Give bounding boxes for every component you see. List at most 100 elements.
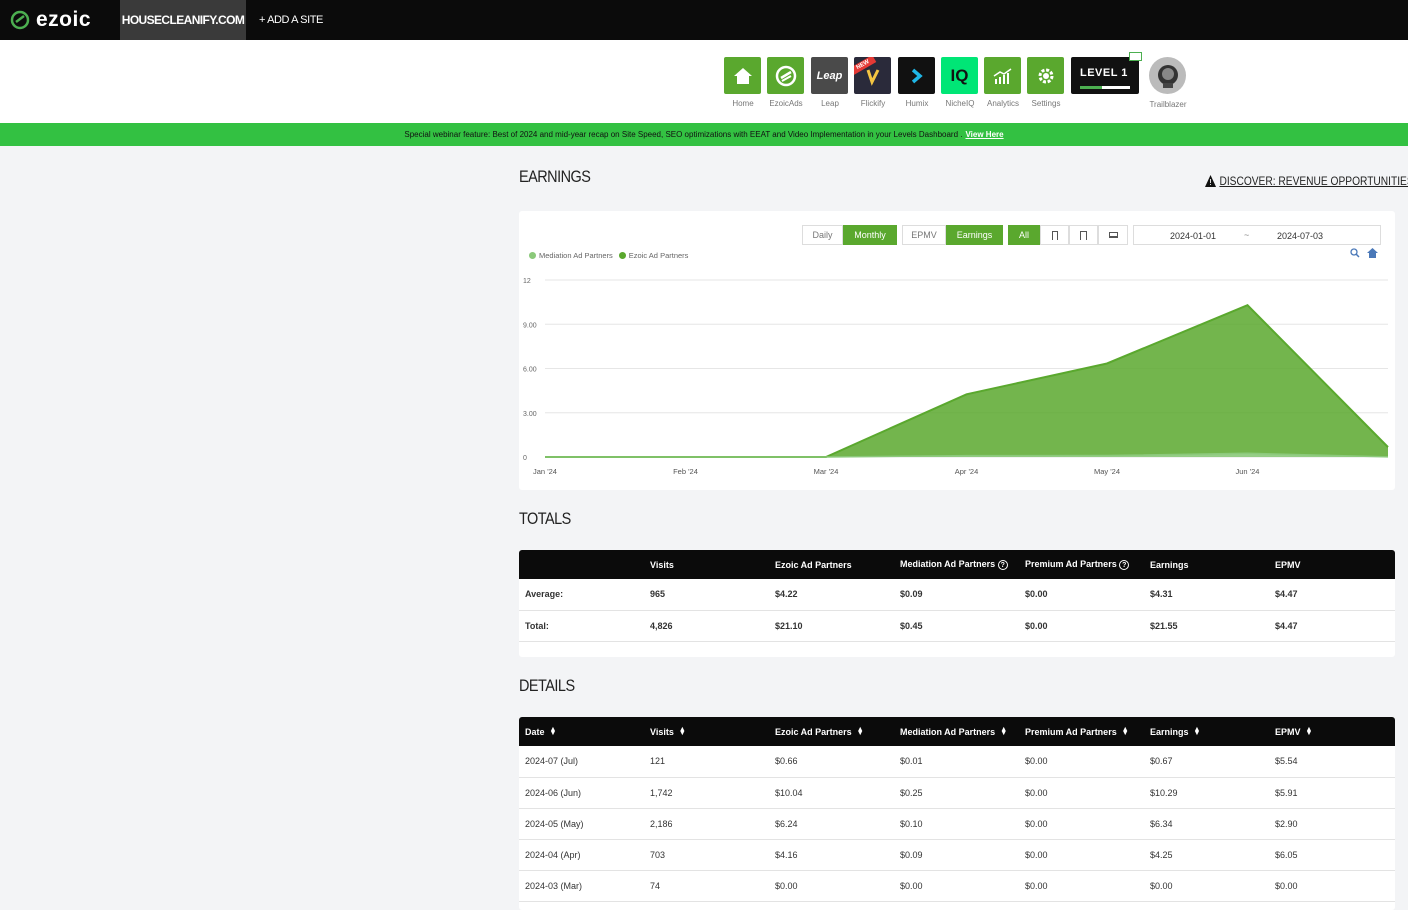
ezoic-logo[interactable]: ezoic xyxy=(10,8,91,31)
banner-link[interactable]: View Here xyxy=(965,130,1003,139)
sort-icon: ▲ ▼ xyxy=(549,726,557,738)
details-table: Date ▲ ▼ Visits ▲ ▼ Ezoic Ad Partners ▲ ▼ Medi… xyxy=(519,717,1395,902)
leap-icon: Leap xyxy=(811,57,848,94)
level-badge[interactable]: LEVEL 1 xyxy=(1071,52,1142,94)
analytics-icon xyxy=(984,57,1021,94)
mail-icon[interactable] xyxy=(1129,52,1142,61)
table-cell: $0.00 xyxy=(1144,870,1269,902)
site-tab[interactable]: HOUSECLEANIFY.COM xyxy=(120,0,246,40)
y-tick-label: 3.00 xyxy=(523,411,537,418)
sort-icon: ▲ ▼ xyxy=(1193,726,1201,738)
x-tick-label: May '24 xyxy=(1094,467,1120,476)
table-row: 2024-03 (Mar) 74 $0.00 $0.00 $0.00 $0.00 $0.00 xyxy=(519,870,1395,902)
totals-header: EPMV xyxy=(1269,550,1395,579)
earnings-title: EARNINGS xyxy=(519,167,591,186)
totals-header xyxy=(519,550,644,579)
app-label: Settings xyxy=(1031,99,1061,108)
discover-label: DISCOVER: REVENUE OPPORTUNITIES (1) xyxy=(1219,174,1408,188)
sortable-header-ezoic[interactable]: Ezoic Ad Partners ▲ ▼ xyxy=(769,717,894,746)
sortable-header-date[interactable]: Date ▲ ▼ xyxy=(519,717,644,746)
app-flickify[interactable]: NEW Flickify xyxy=(854,57,891,108)
x-tick-label: Mar '24 xyxy=(814,467,839,476)
totals-header: Visits xyxy=(644,550,769,579)
sort-icon: ▲ ▼ xyxy=(1000,726,1008,738)
y-tick-label: 12 xyxy=(523,278,531,285)
sort-icon: ▲ ▼ xyxy=(1305,726,1313,738)
level-progress xyxy=(1080,86,1130,89)
ezoic-logo-icon xyxy=(10,10,30,30)
totals-header: Premium Ad Partners ? xyxy=(1019,550,1144,579)
table-cell: $10.04 xyxy=(769,777,894,809)
table-cell: $0.00 xyxy=(1019,579,1144,611)
trailblazer-label: Trailblazer xyxy=(1149,100,1187,109)
table-cell: $10.29 xyxy=(1144,777,1269,809)
table-row: 2024-04 (Apr) 703 $4.16 $0.09 $0.00 $4.25 $6.0… xyxy=(519,839,1395,871)
table-cell: 2024-03 (Mar) xyxy=(519,870,644,902)
home-icon xyxy=(724,57,761,94)
y-tick-label: 6.00 xyxy=(523,367,537,374)
table-cell: $0.00 xyxy=(1019,610,1144,642)
sortable-header-mediation[interactable]: Mediation Ad Partners ▲ ▼ xyxy=(894,717,1019,746)
table-cell: $4.25 xyxy=(1144,839,1269,871)
table-row: Average: 965 $4.22 $0.09 $0.00 $4.31 $4.… xyxy=(519,579,1395,611)
app-launcher: Home EzoicAds Leap Leap NEW Flickify Hum… xyxy=(0,40,1408,123)
sortable-header-epmv[interactable]: EPMV ▲ ▼ xyxy=(1269,717,1395,746)
table-cell: Total: xyxy=(519,610,644,642)
sortable-header-visits[interactable]: Visits ▲ ▼ xyxy=(644,717,769,746)
series-area-ezoic xyxy=(545,305,1388,457)
warning-icon xyxy=(1205,175,1217,187)
x-tick-label: Jun '24 xyxy=(1236,467,1260,476)
details-header-row: Date ▲ ▼ Visits ▲ ▼ Ezoic Ad Partners ▲ ▼ Medi… xyxy=(519,717,1395,746)
table-cell: 74 xyxy=(644,870,769,902)
table-cell: $4.22 xyxy=(769,579,894,611)
table-cell: Average: xyxy=(519,579,644,611)
astronaut-icon xyxy=(1157,64,1178,88)
x-tick-label: Feb '24 xyxy=(673,467,698,476)
table-cell: $0.09 xyxy=(894,579,1019,611)
sortable-header-earnings[interactable]: Earnings ▲ ▼ xyxy=(1144,717,1269,746)
gear-icon xyxy=(1027,57,1064,94)
humix-icon xyxy=(898,57,935,94)
sortable-header-premium[interactable]: Premium Ad Partners ▲ ▼ xyxy=(1019,717,1144,746)
table-cell: $0.00 xyxy=(1019,777,1144,809)
details-title: DETAILS xyxy=(519,676,575,695)
table-cell: $0.00 xyxy=(894,870,1019,902)
details-card: Date ▲ ▼ Visits ▲ ▼ Ezoic Ad Partners ▲ ▼ Medi… xyxy=(519,717,1395,910)
trailblazer-avatar[interactable] xyxy=(1149,57,1186,94)
flickify-icon: NEW xyxy=(854,57,891,94)
app-ezoicads[interactable]: EzoicAds xyxy=(767,57,804,108)
help-icon[interactable]: ? xyxy=(1119,560,1130,570)
table-cell: $0.45 xyxy=(894,610,1019,642)
totals-header-row: Visits Ezoic Ad Partners Mediation Ad Pa… xyxy=(519,550,1395,579)
table-cell: $4.31 xyxy=(1144,579,1269,611)
app-settings[interactable]: Settings xyxy=(1027,57,1064,108)
table-cell: $0.00 xyxy=(1019,870,1144,902)
totals-header: Earnings xyxy=(1144,550,1269,579)
table-cell: $0.10 xyxy=(894,808,1019,840)
nicheiq-icon: IQ xyxy=(941,57,978,94)
table-cell: $5.91 xyxy=(1269,777,1395,809)
webinar-banner: Special webinar feature: Best of 2024 an… xyxy=(0,123,1408,146)
earnings-chart: 12 9.00 6.00 3.00 0 Jan '24 Feb '24 Mar '24 Apr … xyxy=(523,278,1389,476)
table-row: 2024-06 (Jun) 1,742 $10.04 $0.25 $0.00 $10.29… xyxy=(519,777,1395,809)
table-cell: 2024-05 (May) xyxy=(519,808,644,840)
table-cell: $21.10 xyxy=(769,610,894,642)
table-cell: $0.67 xyxy=(1144,746,1269,778)
totals-header: Ezoic Ad Partners xyxy=(769,550,894,579)
table-cell: $0.00 xyxy=(1019,808,1144,840)
table-cell: 4,826 xyxy=(644,610,769,642)
y-tick-label: 9.00 xyxy=(523,322,537,329)
add-site-link[interactable]: + ADD A SITE xyxy=(259,0,323,40)
sort-icon: ▲ ▼ xyxy=(678,726,686,738)
discover-link[interactable]: DISCOVER: REVENUE OPPORTUNITIES (1) xyxy=(1205,174,1408,188)
table-cell: $4.16 xyxy=(769,839,894,871)
table-cell: $0.00 xyxy=(1019,839,1144,871)
table-cell: $0.66 xyxy=(769,746,894,778)
table-cell: $0.01 xyxy=(894,746,1019,778)
table-cell: 1,742 xyxy=(644,777,769,809)
table-cell: $2.90 xyxy=(1269,808,1395,840)
totals-table: Visits Ezoic Ad Partners Mediation Ad Pa… xyxy=(519,550,1395,642)
table-cell: $0.25 xyxy=(894,777,1019,809)
help-icon[interactable]: ? xyxy=(997,560,1008,570)
ezoic-ads-icon xyxy=(767,57,804,94)
